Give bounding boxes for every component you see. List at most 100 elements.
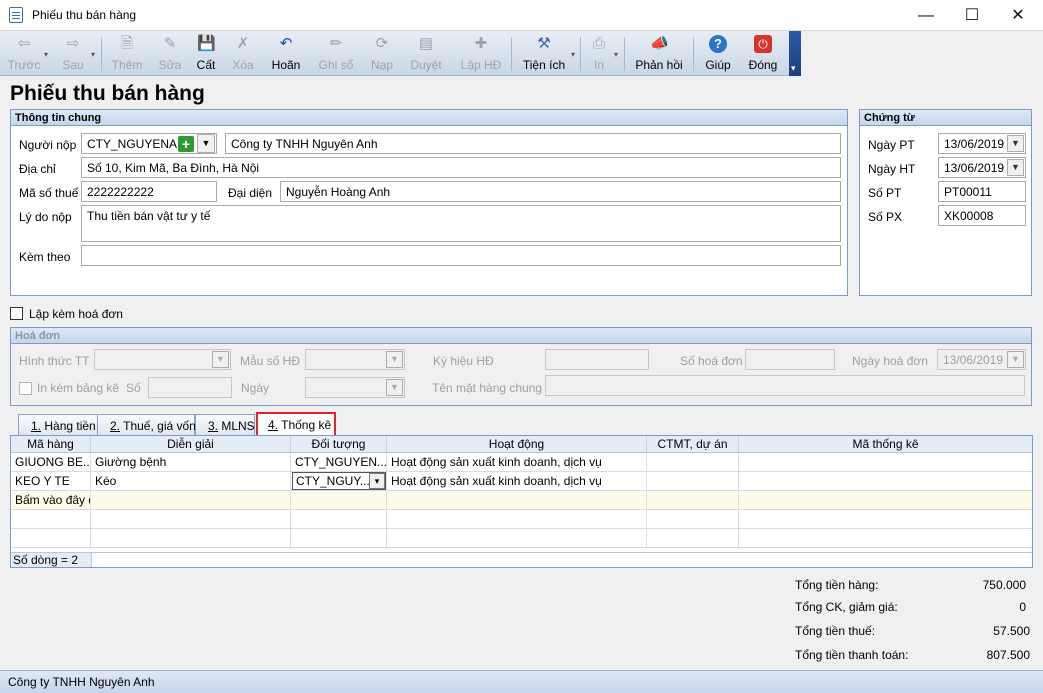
app-icon [9,7,23,23]
chevron-down-icon[interactable]: ▼ [1007,135,1024,152]
reason-field[interactable]: Thu tiền bán vật tư y tế [81,205,841,242]
table-cell[interactable] [91,510,291,529]
delete-icon: ✗ [236,35,250,52]
chevron-down-icon[interactable]: ▼ [1007,159,1024,176]
list-number-field[interactable] [148,377,232,398]
next-button[interactable]: ⇨ Sau [53,31,93,76]
table-cell[interactable] [739,453,1032,472]
prev-button[interactable]: ⇦ Trước [4,31,44,76]
create-invoice-button[interactable]: ✚ Lập HĐ [456,31,506,76]
utilities-button[interactable]: ⚒ Tiện ích [518,31,570,76]
table-cell[interactable] [11,510,91,529]
table-cell[interactable] [387,510,647,529]
help-button[interactable]: ? Giúp [700,31,736,76]
table-cell[interactable] [739,472,1032,491]
invoice-number-field[interactable] [745,349,835,370]
table-cell[interactable] [739,510,1032,529]
printer-icon: ⎙ [592,35,605,52]
add-new-row[interactable]: Bấm vào đây để thêm mới [11,491,91,510]
table-cell[interactable] [647,510,739,529]
payment-form-select[interactable]: ▼ [94,349,231,370]
create-invoice-icon: ✚ [474,35,488,52]
tax-code-label: Mã số thuế [19,186,79,200]
save-button[interactable]: 💾 Cất [189,31,223,76]
table-cell[interactable] [291,491,387,510]
tab-thong-ke[interactable]: 4. Thống kê [256,412,336,437]
add-new-row-label: Bấm vào đây để thêm mới [15,493,90,507]
column-header[interactable]: Mã hàng [11,436,91,453]
column-header[interactable]: Mã thống kê [739,436,1032,453]
item-name-field[interactable] [545,375,1025,396]
table-cell[interactable] [647,472,739,491]
table-cell[interactable] [291,510,387,529]
table-cell[interactable] [387,491,647,510]
table-cell[interactable] [291,529,387,548]
tab-mlns[interactable]: 3. MLNS [195,414,255,436]
table-cell[interactable] [91,529,291,548]
address-label: Địa chỉ [19,162,56,176]
toolbar-overflow-button[interactable]: ▾ [789,31,801,76]
chevron-down-icon[interactable]: ▾ [369,473,385,489]
combo-value: CTY_NGUY... [296,474,370,488]
tax-code-field[interactable]: 2222222222 [81,181,217,202]
pencil-icon: ✏ [329,35,343,52]
table-cell[interactable]: Kéo [91,472,291,491]
column-header[interactable]: Hoạt động [387,436,647,453]
table-cell[interactable]: KEO Y TE [11,472,91,491]
table-cell[interactable]: GIUONG BE... [11,453,91,472]
close-button[interactable]: ✕ [995,0,1041,31]
attachment-field[interactable] [81,245,841,266]
chevron-down-icon[interactable]: ▼ [197,134,215,153]
table-cell[interactable]: Giường bệnh [91,453,291,472]
chevron-down-icon[interactable]: ▾ [571,50,575,59]
so-px-field[interactable]: XK00008 [938,205,1026,226]
add-payer-icon[interactable]: + [178,136,194,152]
chevron-down-icon[interactable]: ▾ [91,50,95,59]
table-cell[interactable] [647,491,739,510]
template-select[interactable]: ▼ [305,349,405,370]
column-header[interactable]: CTMT, dự án [647,436,739,453]
symbol-field[interactable] [545,349,649,370]
date-pt-picker[interactable]: 13/06/2019 ▼ [938,133,1026,154]
table-cell[interactable] [647,529,739,548]
table-cell[interactable] [647,453,739,472]
print-list-checkbox[interactable] [19,382,32,395]
panel-header: Thông tin chung [11,110,847,126]
representative-field[interactable]: Nguyễn Hoàng Anh [280,181,841,202]
table-cell[interactable] [91,491,291,510]
table-cell[interactable] [739,491,1032,510]
print-button[interactable]: ⎙ In [584,31,614,76]
address-field[interactable]: Số 10, Kim Mã, Ba Đình, Hà Nội [81,157,841,178]
delete-button[interactable]: ✗ Xóa [226,31,260,76]
column-header[interactable]: Diễn giải [91,436,291,453]
payer-name-field[interactable]: Công ty TNHH Nguyên Anh [225,133,841,154]
minimize-button[interactable]: — [903,0,949,31]
table-cell[interactable] [11,529,91,548]
tab-thue-gia-von[interactable]: 2. Thuế, giá vốn [97,414,196,436]
invoice-date-picker[interactable]: 13/06/2019 ▼ [937,349,1026,370]
approve-button[interactable]: ▤ Duyệt [406,31,446,76]
date-ht-picker[interactable]: 13/06/2019 ▼ [938,157,1026,178]
post-button[interactable]: ✏ Ghi sổ [314,31,358,76]
chevron-down-icon[interactable]: ▾ [614,50,618,59]
edit-button[interactable]: ✎ Sửa [150,31,190,76]
so-pt-field[interactable]: PT00011 [938,181,1026,202]
column-header[interactable]: Đối tượng [291,436,387,453]
table-cell[interactable] [387,529,647,548]
table-cell[interactable]: Hoạt động sản xuất kinh doanh, dịch vụ [387,453,647,472]
defer-button[interactable]: ↶ Hoãn [266,31,306,76]
table-cell[interactable] [739,529,1032,548]
chevron-down-icon[interactable]: ▾ [44,50,48,59]
feedback-button[interactable]: 📣 Phản hồi [630,31,688,76]
with-invoice-checkbox[interactable] [10,307,23,320]
list-date-picker[interactable]: ▼ [305,377,405,398]
load-button[interactable]: ⟳ Nạp [364,31,400,76]
table-cell[interactable]: CTY_NGUYEN... [291,453,387,472]
doi-tuong-combo[interactable]: CTY_NGUY... ▾ [291,472,387,491]
maximize-button[interactable]: ☐ [949,0,995,31]
close-form-button[interactable]: ⏻ Đóng [742,31,784,76]
tab-label: Thuế, giá vốn [120,419,196,433]
add-button[interactable]: 🗎 Thêm [107,31,147,76]
tab-hang-tien[interactable]: 1. Hàng tiền [18,414,103,436]
table-cell[interactable]: Hoạt động sản xuất kinh doanh, dịch vụ [387,472,647,491]
